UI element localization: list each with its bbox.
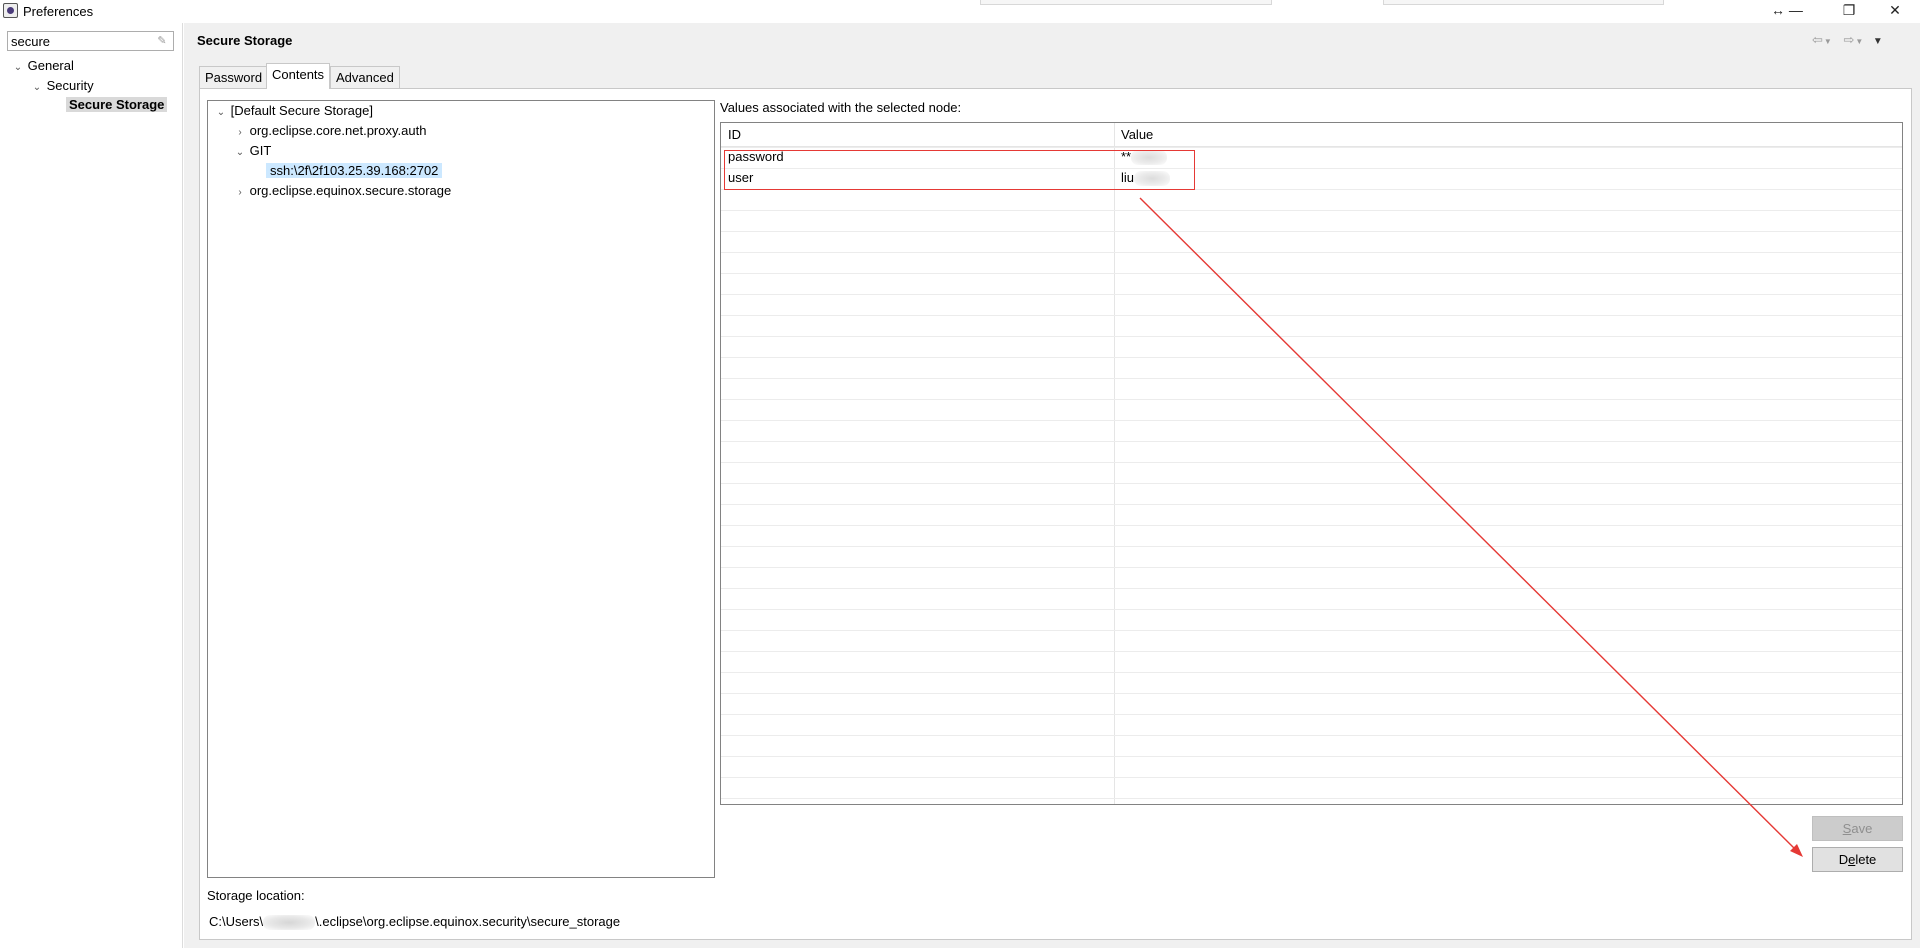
secure-storage-tree[interactable] (207, 100, 715, 878)
page-title: Secure Storage (197, 33, 293, 48)
eclipse-app-icon (3, 3, 18, 18)
sidebar-item-label: General (27, 58, 74, 73)
table-row-divider (721, 672, 1902, 673)
table-row-divider (721, 273, 1902, 274)
table-row-divider (721, 252, 1902, 253)
back-icon[interactable]: ⇦ (1812, 32, 1824, 47)
values-label: Values associated with the selected node… (720, 100, 962, 115)
sidebar-item-label: Security (46, 78, 94, 93)
chevron-down-icon[interactable]: ⌄ (12, 58, 24, 77)
table-row-divider (721, 735, 1902, 736)
tab-contents[interactable]: Contents (266, 63, 331, 89)
sidebar-item-label: Secure Storage (66, 97, 168, 112)
table-header: ID Value (721, 123, 1902, 147)
tree-node-label: org.eclipse.core.net.proxy.auth (249, 123, 427, 138)
table-row-divider (721, 399, 1902, 400)
table-row-divider (721, 714, 1902, 715)
title-bar: Preferences ↔ — ❐ ✕ (0, 0, 1920, 23)
table-row-divider (721, 231, 1902, 232)
table-row-divider (721, 441, 1902, 442)
table-row-divider (721, 693, 1902, 694)
table-row-divider (721, 315, 1902, 316)
tree-node-label: [Default Secure Storage] (230, 103, 373, 118)
table-row-divider (721, 462, 1902, 463)
tree-node-git[interactable]: ⌄ GIT (234, 141, 272, 162)
resize-minimize-button[interactable]: ↔ — (1765, 0, 1809, 20)
table-row-divider (721, 567, 1902, 568)
sidebar-item-security[interactable]: ⌄ Security (31, 76, 94, 95)
table-row-divider (721, 546, 1902, 547)
storage-location-path: C:\Users\ \.eclipse\org.eclipse.equinox.s… (209, 914, 621, 931)
chevron-down-icon[interactable]: ⌄ (234, 143, 246, 162)
page-navigation: ⇦▼ ⇨▼ ▼ (1812, 32, 1912, 50)
view-menu-icon[interactable]: ▼ (1873, 36, 1884, 47)
tab-advanced[interactable]: Advanced (330, 66, 400, 88)
forward-menu-icon[interactable]: ▼ (1855, 37, 1864, 46)
sidebar-item-general[interactable]: ⌄ General (12, 56, 74, 75)
table-row-divider (721, 525, 1902, 526)
storage-location-label: Storage location: (207, 888, 305, 903)
values-table[interactable]: ID Value password ** user liu (720, 122, 1903, 805)
table-row-divider (721, 756, 1902, 757)
chevron-right-icon[interactable]: › (234, 123, 246, 142)
table-row-divider (721, 378, 1902, 379)
table-row-divider (721, 651, 1902, 652)
table-row-divider (721, 798, 1902, 799)
column-header-id[interactable]: ID (728, 127, 741, 142)
tree-node-label: org.eclipse.equinox.secure.storage (249, 183, 452, 198)
table-row-divider (721, 210, 1902, 211)
table-row-divider (721, 504, 1902, 505)
table-row-divider (721, 483, 1902, 484)
column-divider (1114, 123, 1115, 804)
tree-node-default-storage[interactable]: ⌄ [Default Secure Storage] (215, 101, 373, 120)
save-button[interactable]: Save (1812, 816, 1903, 841)
table-row-divider (721, 609, 1902, 610)
tree-node-ssh[interactable]: ssh:\2f\2f103.25.39.168:2702 (266, 161, 443, 180)
tree-node-label: GIT (249, 143, 272, 158)
table-row-divider (721, 420, 1902, 421)
chevron-down-icon[interactable]: ⌄ (31, 78, 43, 97)
table-row-divider (721, 630, 1902, 631)
chevron-right-icon[interactable]: › (234, 183, 246, 202)
table-row-divider (721, 147, 1902, 148)
delete-button[interactable]: Delete (1812, 847, 1903, 872)
back-menu-icon[interactable]: ▼ (1824, 37, 1833, 46)
close-icon[interactable]: ✕ (1875, 0, 1915, 20)
table-row-divider (721, 588, 1902, 589)
sidebar-item-secure-storage[interactable]: Secure Storage (66, 95, 168, 114)
clear-filter-icon[interactable]: ✎ (155, 34, 169, 48)
window-title: Preferences (23, 4, 94, 19)
column-header-value[interactable]: Value (1121, 127, 1153, 142)
filter-input[interactable] (7, 31, 174, 51)
redaction-blur (263, 915, 316, 931)
tree-node-label: ssh:\2f\2f103.25.39.168:2702 (266, 163, 443, 178)
background-window-edge (980, 0, 1272, 5)
table-row-divider (721, 294, 1902, 295)
tab-password[interactable]: Password (199, 66, 269, 88)
chevron-down-icon[interactable]: ⌄ (215, 103, 227, 122)
background-window-edge (1383, 0, 1664, 5)
forward-icon[interactable]: ⇨ (1843, 32, 1855, 47)
restore-icon[interactable]: ❐ (1829, 0, 1869, 20)
preferences-sidebar (0, 23, 183, 948)
table-row-divider (721, 777, 1902, 778)
tree-node[interactable]: › org.eclipse.equinox.secure.storage (234, 181, 451, 200)
table-row-divider (721, 336, 1902, 337)
tree-node[interactable]: › org.eclipse.core.net.proxy.auth (234, 121, 426, 140)
highlight-rectangle (724, 150, 1195, 190)
table-row-divider (721, 357, 1902, 358)
